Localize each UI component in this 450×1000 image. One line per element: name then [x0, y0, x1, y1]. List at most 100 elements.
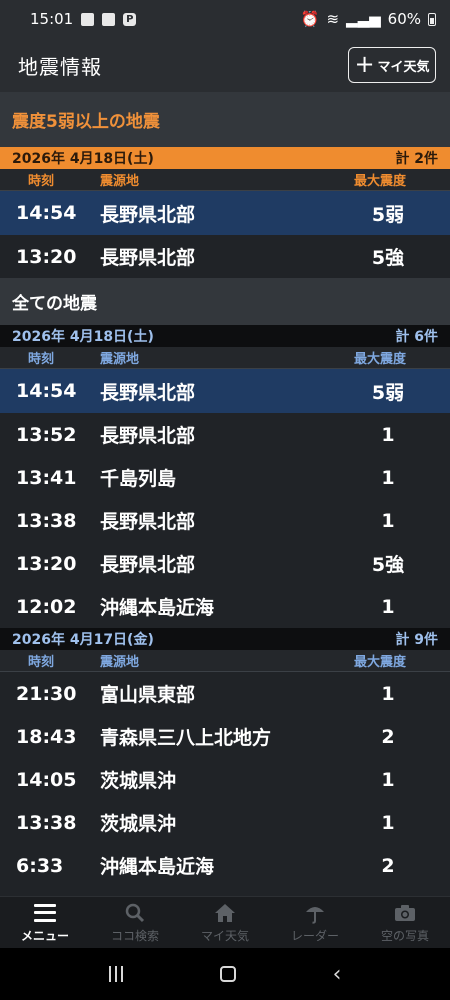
quake-place: 長野県北部: [100, 425, 196, 447]
quake-place: 千島列島: [100, 468, 177, 490]
battery-icon: [428, 12, 436, 26]
nav-my-weather[interactable]: マイ天気: [180, 897, 270, 948]
quake-time: 13:52: [16, 423, 77, 446]
nav-sky-photo-label: 空の写真: [380, 928, 429, 943]
status-left: 15:01 P: [30, 10, 137, 28]
col-intensity: 最大震度: [354, 174, 407, 189]
quake-intensity: 5弱: [371, 381, 405, 404]
quake-place: 長野県北部: [100, 247, 196, 269]
col-place: 震源地: [100, 174, 140, 189]
quake-time: 18:43: [16, 725, 77, 748]
column-header: 時刻 震源地 最大震度: [0, 650, 450, 672]
strong-column-header: 時刻 震源地 最大震度: [0, 169, 450, 191]
add-my-weather-label: マイ天気: [377, 59, 430, 75]
quake-intensity: 2: [381, 725, 395, 748]
menu-icon: [34, 902, 56, 924]
plus-icon: +: [354, 50, 375, 78]
quake-time: 21:30: [16, 682, 77, 705]
status-right: ⏰ ≋ ▂▃▅ 60%: [301, 10, 436, 28]
nav-radar-label: レーダー: [290, 928, 339, 943]
umbrella-icon: [304, 902, 326, 924]
quake-time: 13:20: [16, 552, 77, 575]
strong-date-bar: 2026年 4月18日(土) 計 2件: [0, 147, 450, 169]
quake-row[interactable]: 13:52 長野県北部 1: [0, 413, 450, 456]
app-bar: 地震情報 + マイ天気: [0, 38, 450, 92]
quake-time: 12:02: [16, 595, 77, 618]
quake-place: 沖縄本島近海: [100, 856, 215, 878]
quake-time: 14:54: [16, 202, 77, 224]
quake-intensity: 5強: [371, 554, 405, 576]
quake-intensity: 1: [381, 509, 395, 532]
all-quake-section-title: 全ての地震: [0, 278, 450, 325]
quake-intensity: 1: [381, 423, 395, 446]
col-time: 時刻: [28, 655, 55, 670]
quake-time: 13:41: [16, 466, 77, 489]
nav-radar[interactable]: レーダー: [270, 897, 360, 948]
quake-row[interactable]: 14:54 長野県北部 5弱: [0, 369, 450, 413]
col-intensity: 最大震度: [354, 655, 407, 670]
quake-row[interactable]: 14:54 長野県北部 5弱: [0, 191, 450, 235]
quake-row[interactable]: 18:43 青森県三八上北地方 2: [0, 715, 450, 758]
quake-place: 沖縄本島近海: [100, 597, 215, 619]
quake-row[interactable]: 13:38 茨城県沖 1: [0, 801, 450, 844]
quake-place: 青森県三八上北地方: [100, 727, 272, 749]
date-bar: 2026年 4月17日(金) 計 9件: [0, 628, 450, 650]
quake-place: 長野県北部: [100, 554, 196, 576]
page-title: 地震情報: [18, 54, 102, 79]
quake-intensity: 1: [381, 811, 395, 834]
quake-intensity: 5強: [371, 247, 405, 269]
quake-time: 14:54: [16, 380, 77, 402]
quake-time: 14:05: [16, 768, 77, 791]
home-button-icon[interactable]: [219, 966, 236, 982]
quake-row[interactable]: 13:20 長野県北部 5強: [0, 542, 450, 585]
quake-place: 茨城県沖: [100, 770, 177, 792]
quake-intensity: 1: [381, 682, 395, 705]
nav-sky-photo[interactable]: 空の写真: [360, 897, 450, 948]
nav-my-weather-label: マイ天気: [200, 928, 249, 943]
quake-intensity: 5弱: [371, 203, 405, 226]
home-icon: [214, 902, 236, 924]
quake-place: 長野県北部: [100, 511, 196, 533]
status-time: 15:01: [30, 10, 74, 28]
column-header: 時刻 震源地 最大震度: [0, 347, 450, 369]
quake-row[interactable]: 6:33 沖縄本島近海 2: [0, 844, 450, 887]
quake-row[interactable]: 13:41 千島列島 1: [0, 456, 450, 499]
nav-menu[interactable]: メニュー: [0, 897, 90, 948]
quake-row[interactable]: 21:30 富山県東部 1: [0, 672, 450, 715]
quake-row[interactable]: 14:05 茨城県沖 1: [0, 758, 450, 801]
group-count: 計 6件: [395, 329, 438, 345]
group-count: 計 9件: [395, 632, 438, 648]
group-date: 2026年 4月18日(土): [12, 329, 154, 345]
quake-row[interactable]: 13:20 長野県北部 5強: [0, 235, 450, 278]
status-bar: 15:01 P ⏰ ≋ ▂▃▅ 60%: [0, 0, 450, 38]
quake-time: 13:38: [16, 811, 77, 834]
mail-notification-icon: [102, 12, 116, 26]
quake-intensity: 1: [381, 466, 395, 489]
group-date: 2026年 4月17日(金): [12, 632, 154, 648]
col-place: 震源地: [100, 655, 140, 670]
quake-time: 6:33: [16, 854, 64, 877]
quake-intensity: 1: [381, 595, 395, 618]
nav-search[interactable]: ココ検索: [90, 897, 180, 948]
quake-intensity: 2: [381, 854, 395, 877]
quake-place: 茨城県沖: [100, 813, 177, 835]
add-my-weather-button[interactable]: + マイ天気: [348, 47, 436, 83]
quake-time: 13:20: [16, 245, 77, 268]
quake-time: 13:38: [16, 509, 77, 532]
quake-row[interactable]: 13:38 長野県北部 1: [0, 499, 450, 542]
quake-row[interactable]: 12:02 沖縄本島近海 1: [0, 585, 450, 628]
alarm-icon: ⏰: [300, 10, 320, 28]
nav-menu-label: メニュー: [20, 928, 69, 943]
quake-place: 長野県北部: [100, 203, 196, 226]
col-time: 時刻: [28, 174, 55, 189]
nav-search-label: ココ検索: [110, 928, 159, 943]
back-icon[interactable]: ‹: [333, 962, 342, 987]
recents-icon[interactable]: [108, 966, 123, 982]
quake-place: 長野県北部: [100, 381, 196, 404]
earthquake-list[interactable]: 震度5弱以上の地震 2026年 4月18日(土) 計 2件 時刻 震源地 最大震…: [0, 92, 450, 896]
battery-percent: 60%: [387, 10, 421, 28]
camera-icon: [394, 902, 416, 924]
wifi-icon: ≋: [326, 10, 340, 28]
col-intensity: 最大震度: [354, 352, 407, 367]
quake-intensity: 1: [381, 768, 395, 791]
